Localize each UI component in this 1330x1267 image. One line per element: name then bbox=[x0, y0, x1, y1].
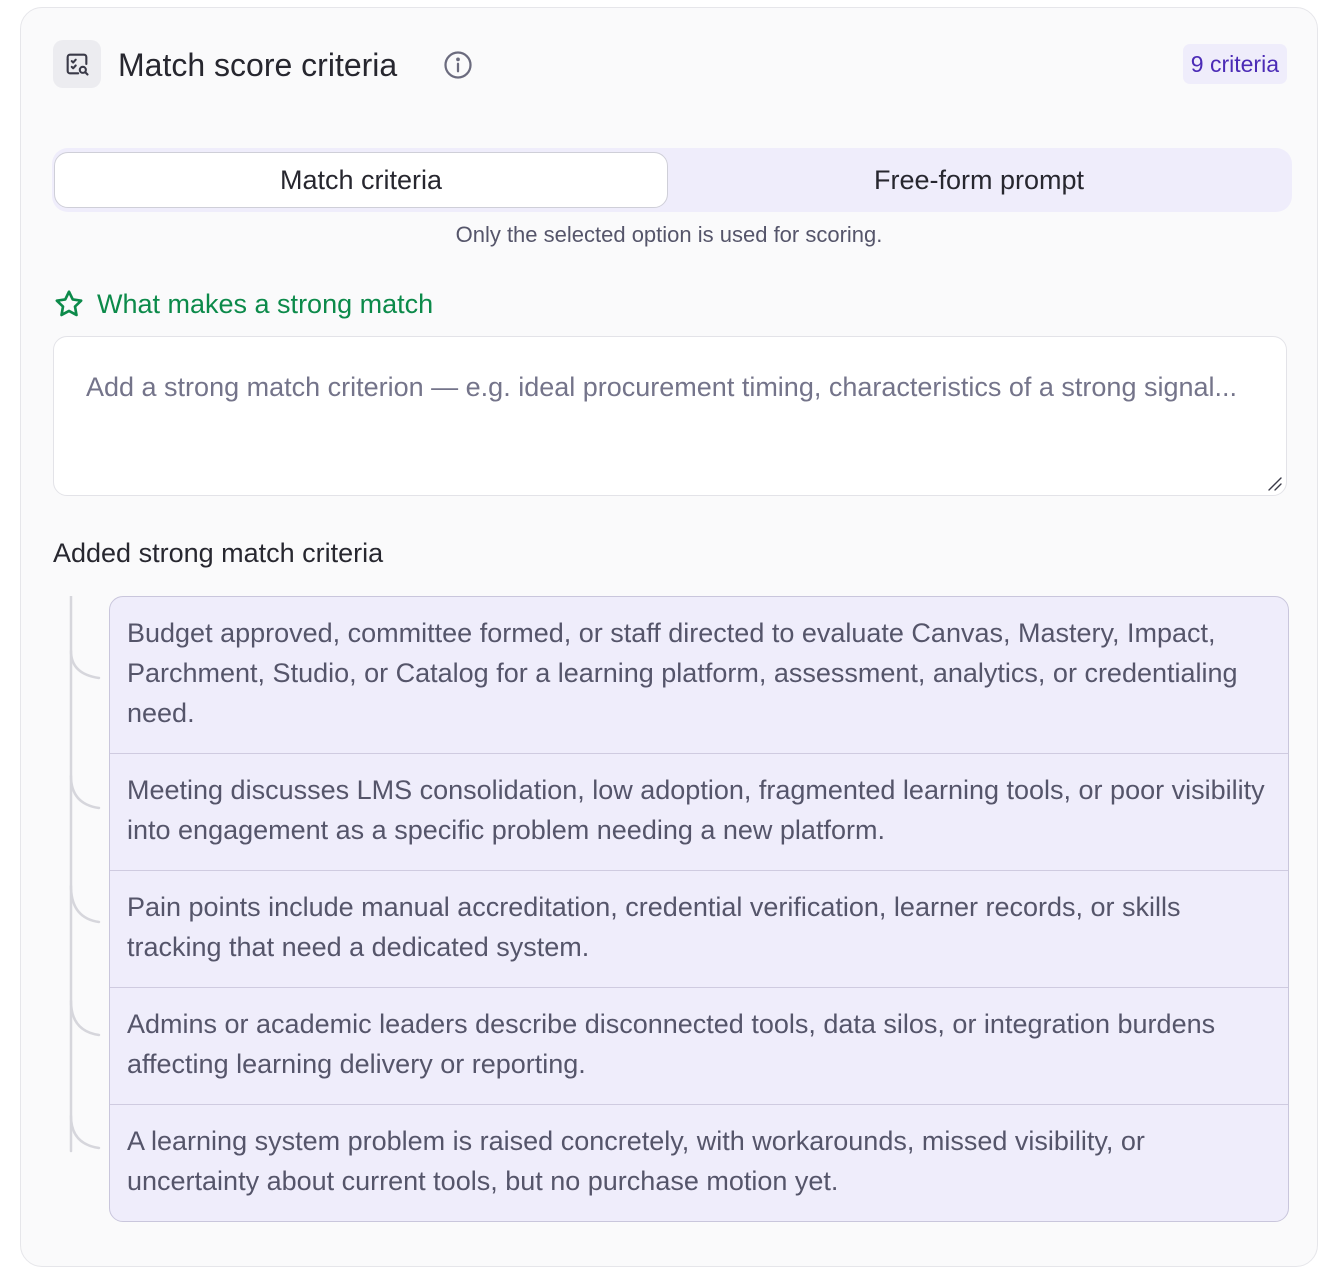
scan-search-icon bbox=[53, 40, 101, 88]
resize-handle-icon[interactable] bbox=[1266, 475, 1282, 491]
tab-free-form-prompt[interactable]: Free-form prompt bbox=[672, 152, 1286, 208]
criterion-item[interactable]: A learning system problem is raised conc… bbox=[110, 1105, 1288, 1221]
strong-match-heading: What makes a strong match bbox=[53, 286, 433, 322]
tree-connector-lines bbox=[69, 596, 101, 1153]
strong-match-heading-label: What makes a strong match bbox=[97, 288, 434, 319]
criterion-item[interactable]: Meeting discusses LMS consolidation, low… bbox=[110, 754, 1288, 871]
scoring-helper-text: Only the selected option is used for sco… bbox=[455, 222, 883, 247]
mode-tabs: Match criteria Free-form prompt bbox=[52, 148, 1292, 212]
criteria-list: Budget approved, committee formed, or st… bbox=[109, 596, 1289, 1222]
criterion-item[interactable]: Admins or academic leaders describe disc… bbox=[110, 988, 1288, 1105]
criterion-item[interactable]: Budget approved, committee formed, or st… bbox=[110, 597, 1288, 754]
panel-header: Match score criteria 9 criteria bbox=[53, 40, 1287, 90]
tab-match-criteria[interactable]: Match criteria bbox=[54, 152, 668, 208]
page-title: Match score criteria bbox=[118, 47, 398, 83]
added-criteria-label: Added strong match criteria bbox=[53, 538, 384, 568]
star-icon bbox=[55, 290, 83, 317]
criteria-count-badge: 9 criteria bbox=[1182, 44, 1287, 84]
criterion-item[interactable]: Pain points include manual accreditation… bbox=[110, 871, 1288, 988]
info-icon[interactable] bbox=[443, 50, 473, 80]
match-score-criteria-panel: Match score criteria 9 criteria Match cr… bbox=[20, 7, 1318, 1267]
strong-match-input-wrapper bbox=[53, 336, 1287, 496]
strong-match-input[interactable] bbox=[54, 337, 1286, 495]
